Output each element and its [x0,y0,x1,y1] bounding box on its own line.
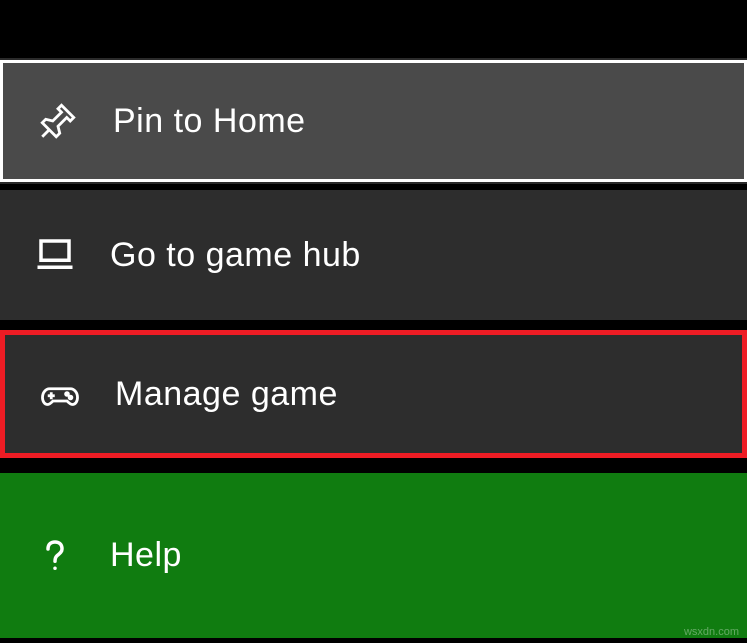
watermark: wsxdn.com [684,626,739,638]
help-icon [30,531,80,581]
menu-item-help[interactable]: Help [0,473,747,638]
menu-item-label: Help [110,536,182,575]
hub-icon [30,230,80,280]
menu-item-label: Go to game hub [110,236,361,275]
menu-item-pin-to-home[interactable]: Pin to Home [0,60,747,182]
context-menu: Pin to Home Go to game hub Manage game [0,0,747,643]
menu-item-manage-game[interactable]: Manage game [0,330,747,458]
controller-icon [35,369,85,419]
menu-item-label: Pin to Home [113,102,306,141]
menu-item-game-hub[interactable]: Go to game hub [0,190,747,320]
pin-icon [33,96,83,146]
menu-item-label: Manage game [115,375,338,414]
